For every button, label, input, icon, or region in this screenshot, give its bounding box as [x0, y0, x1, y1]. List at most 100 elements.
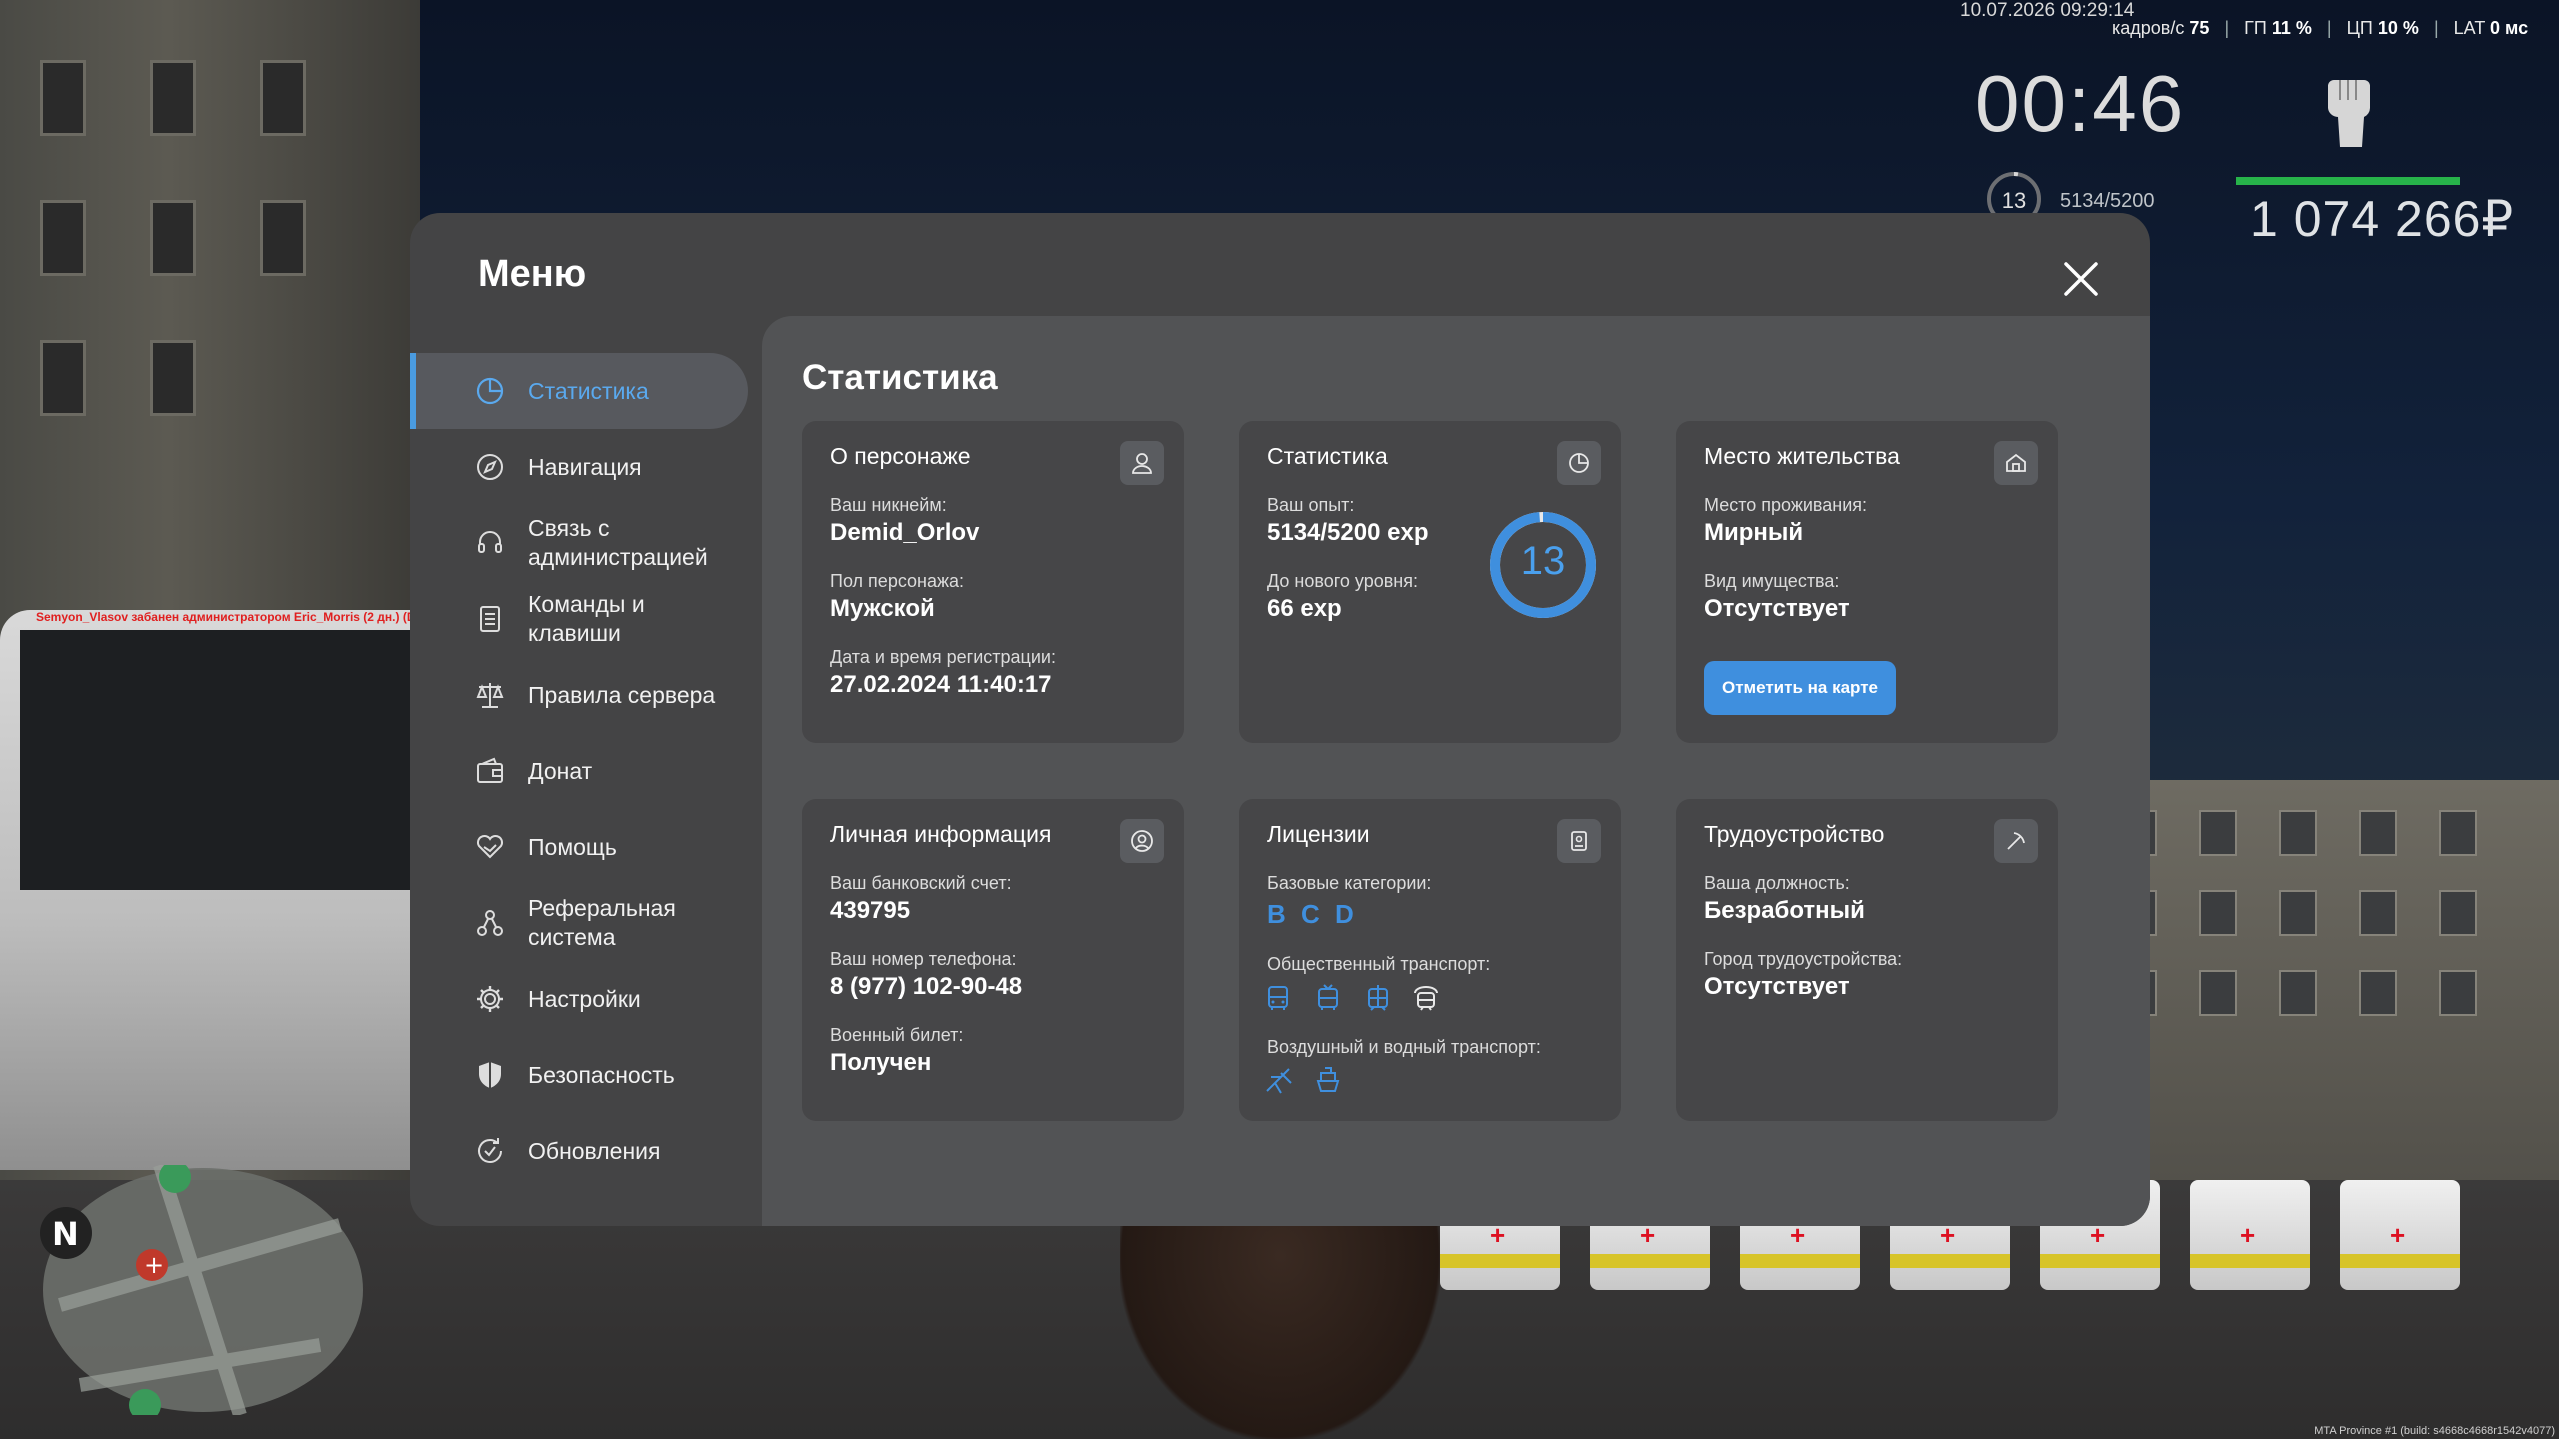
statistics-icon	[476, 377, 504, 405]
nav-item-donate[interactable]: Донат	[410, 733, 748, 809]
close-icon[interactable]	[2060, 258, 2102, 300]
bus-icon	[1268, 986, 1288, 1010]
hud-exp: 5134/5200	[2060, 190, 2155, 212]
card-title: Место жительства	[1704, 443, 1900, 469]
card-badge	[1120, 441, 1164, 485]
card-badge	[1120, 819, 1164, 863]
gear-icon	[477, 986, 503, 1012]
nav-item-updates[interactable]: Обновления	[410, 1113, 748, 1189]
next-level-label: До нового уровня:	[1267, 571, 1418, 591]
license-category-d: D	[1335, 899, 1354, 929]
cpu-value: 10 %	[2377, 18, 2419, 38]
job-city-label: Город трудоустройства:	[1704, 949, 1903, 969]
refresh-check-icon	[478, 1138, 502, 1163]
player-character	[1120, 1210, 1440, 1439]
bank-account-label: Ваш банковский счет:	[830, 873, 1012, 893]
gender-value: Мужской	[830, 595, 935, 622]
card-residence: Место жительства Место проживания: Мирны…	[1676, 421, 2058, 743]
card-about-character: О персонаже Ваш никнейм: Demid_Orlov Пол…	[802, 421, 1184, 743]
fps-label: кадров/с	[2112, 18, 2185, 38]
card-personal-info: Личная информация Ваш банковский счет: 4…	[802, 799, 1184, 1121]
hud-clock: 00:46	[1975, 59, 2186, 148]
card-title: Личная информация	[830, 821, 1052, 847]
card-badge	[1994, 819, 2038, 863]
mark-on-map-button[interactable]: Отметить на карте	[1704, 661, 1896, 715]
nav-label: Связь с администрацией	[528, 515, 708, 570]
pickaxe-icon	[2007, 832, 2025, 850]
nav-label: Навигация	[528, 453, 642, 480]
user-circle-icon	[1131, 830, 1153, 852]
id-card-icon	[1571, 831, 1587, 851]
user-icon	[1132, 453, 1152, 474]
nav-item-navigation[interactable]: Навигация	[410, 429, 748, 505]
tram-icon	[1368, 985, 1388, 1011]
license-category-b: B	[1267, 899, 1286, 929]
position-value: Безработный	[1704, 897, 1865, 924]
nav-label: Команды и клавиши	[528, 591, 645, 646]
card-title: Статистика	[1267, 443, 1388, 469]
menu-title: Меню	[478, 253, 587, 295]
air-water-transport-label: Воздушный и водный транспорт:	[1267, 1037, 1541, 1057]
hud-level: 13	[2001, 188, 2027, 213]
minimap: +	[43, 1165, 363, 1415]
ship-icon	[1316, 1067, 1340, 1092]
card-title: Трудоустройство	[1704, 821, 1885, 847]
card-badge	[1994, 441, 2038, 485]
document-icon	[480, 606, 500, 632]
nav-item-referral[interactable]: Реферальная система	[410, 885, 748, 961]
nickname-label: Ваш никнейм:	[830, 495, 947, 515]
card-licenses: Лицензии Базовые категории: B C D Общест…	[1239, 799, 1621, 1121]
position-label: Ваша должность:	[1704, 873, 1850, 893]
property-value: Отсутствует	[1704, 595, 1850, 622]
nav-item-security[interactable]: Безопасность	[410, 1037, 748, 1113]
shield-icon	[479, 1062, 501, 1088]
nav-label: Статистика	[528, 377, 649, 404]
handshake-heart-icon	[476, 834, 504, 859]
gender-label: Пол персонажа:	[830, 571, 965, 591]
airplane-icon	[1266, 1068, 1292, 1094]
level-number: 13	[1520, 539, 1566, 583]
hud-money: 1 074 266₽	[2250, 191, 2515, 247]
bus	[0, 610, 430, 1170]
license-category-c: C	[1301, 899, 1320, 929]
nav-label: Правила сервера	[528, 681, 716, 708]
registration-label: Дата и время регистрации:	[830, 647, 1056, 667]
nav-item-commands[interactable]: Команды и клавиши	[410, 581, 748, 657]
nav-label: Помощь	[528, 833, 617, 860]
military-id-label: Военный билет:	[830, 1025, 964, 1045]
nav-label: Реферальная система	[528, 895, 676, 950]
lat-label: LAT	[2453, 18, 2485, 38]
card-employment: Трудоустройство Ваша должность: Безработ…	[1676, 799, 2058, 1121]
property-label: Вид имущества:	[1704, 571, 1840, 591]
menu-window: Меню Статистика Навигация Связь с админи…	[410, 213, 2150, 1226]
page-title: Статистика	[802, 358, 998, 397]
wallet-icon	[477, 757, 503, 783]
gpu-value: 11 %	[2271, 18, 2312, 38]
nav-item-settings[interactable]: Настройки	[410, 961, 748, 1037]
statistics-panel: Статистика О персонаже Ваш никнейм: Demi…	[762, 316, 2150, 1226]
card-badge	[1557, 441, 1601, 485]
card-title: О персонаже	[830, 443, 971, 469]
hud-datetime: 10.07.2026 09:29:14	[1960, 0, 2135, 21]
nav-item-admin-contact[interactable]: Связь с администрацией	[410, 505, 748, 581]
exp-label: Ваш опыт:	[1267, 495, 1355, 515]
nav-label: Настройки	[528, 985, 641, 1012]
gpu-label: ГП	[2244, 18, 2267, 38]
headset-icon	[478, 531, 502, 553]
card-badge	[1557, 819, 1601, 863]
nav-label: Безопасность	[528, 1061, 675, 1088]
card-title: Лицензии	[1267, 821, 1370, 847]
metro-icon	[1414, 986, 1438, 1011]
nav-item-help[interactable]: Помощь	[410, 809, 748, 885]
base-categories-label: Базовые категории:	[1267, 873, 1432, 893]
phone-value: 8 (977) 102-90-48	[830, 973, 1023, 1000]
svg-text:N: N	[52, 1215, 79, 1253]
scales-icon	[476, 683, 504, 708]
compass-icon	[477, 454, 503, 480]
nav-item-rules[interactable]: Правила сервера	[410, 657, 748, 733]
public-transport-label: Общественный транспорт:	[1267, 954, 1491, 974]
statistics-icon	[1569, 453, 1589, 473]
lat-value: 0 мс	[2490, 18, 2529, 38]
residence-label: Место проживания:	[1704, 495, 1868, 515]
nav-item-statistics[interactable]: Статистика	[410, 353, 748, 429]
